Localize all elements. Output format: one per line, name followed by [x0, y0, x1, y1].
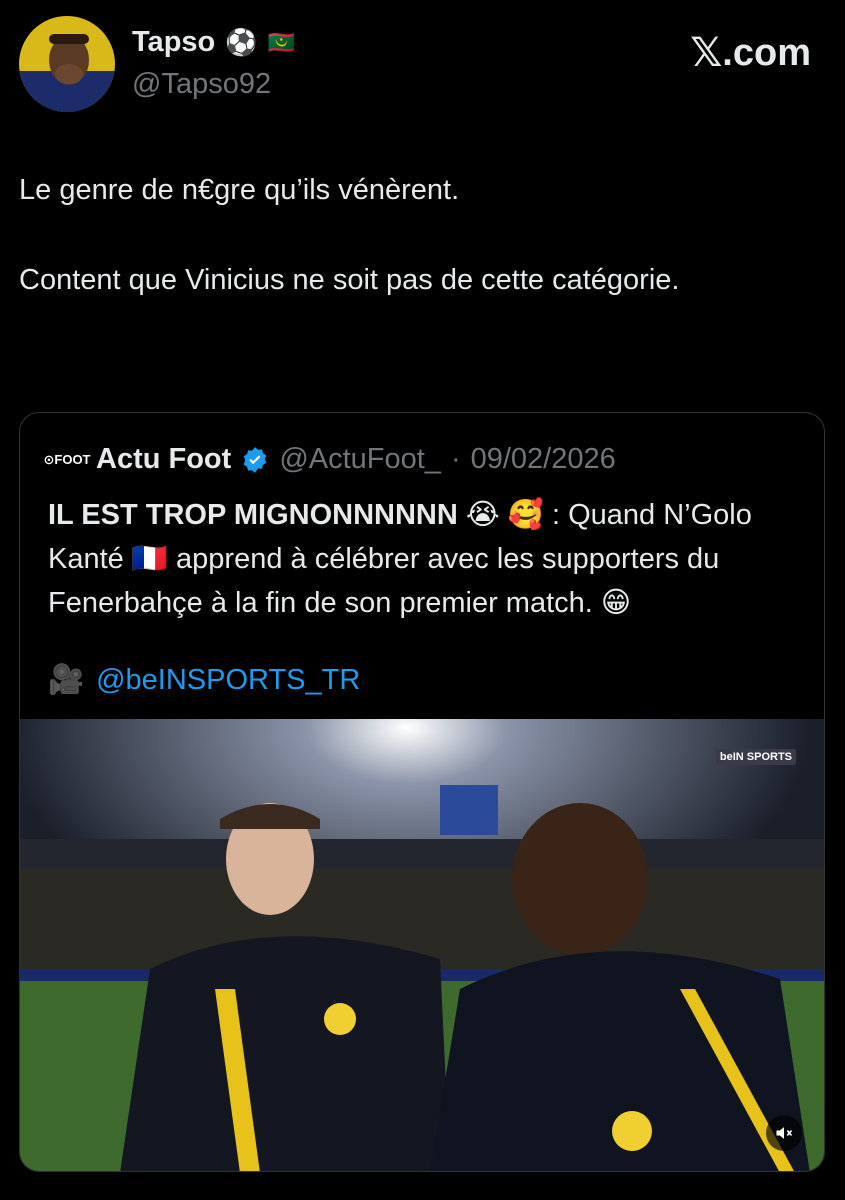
quoted-date[interactable]: 09/02/2026: [471, 443, 616, 476]
avatar-image: [19, 16, 115, 112]
quoted-header: ⊙FOOT Actu Foot @ActuFoot_ · 09/02/2026: [43, 443, 616, 476]
quoted-author-name[interactable]: Actu Foot: [96, 443, 231, 476]
quoted-video[interactable]: beIN SPORTS: [20, 719, 824, 1171]
grinning-emoji: 😁: [600, 587, 632, 619]
x-logo: 𝕏 .com: [690, 30, 811, 76]
x-icon: 𝕏: [690, 30, 723, 76]
separator-dot: ·: [450, 443, 461, 475]
mauritania-flag-icon: 🇲🇷: [267, 29, 296, 55]
avatar[interactable]: [19, 16, 115, 112]
quoted-text: IL EST TROP MIGNONNNNNN 😭 🥰 : Quand N’Go…: [48, 493, 808, 625]
mute-button[interactable]: [766, 1115, 802, 1151]
author-handle[interactable]: @Tapso92: [132, 68, 271, 101]
author-name[interactable]: Tapso ⚽ 🇲🇷: [132, 26, 295, 59]
tweet-text: Le genre de n€gre qu’ils vénèrent. Conte…: [19, 174, 680, 296]
verified-badge-icon: [243, 446, 267, 473]
speaker-muted-icon: [776, 1127, 793, 1139]
broadcaster-badge: beIN SPORTS: [715, 749, 796, 765]
france-flag-icon: 🇫🇷: [131, 543, 168, 575]
credit-link[interactable]: @beINSPORTS_TR: [96, 664, 360, 697]
quoted-tweet[interactable]: ⊙FOOT Actu Foot @ActuFoot_ · 09/02/2026 …: [19, 412, 825, 1172]
author-name-text: Tapso: [132, 26, 216, 58]
x-domain: .com: [722, 31, 811, 74]
soccer-ball-icon: ⚽: [225, 27, 258, 57]
video-frame: [20, 719, 824, 1171]
quoted-headline: IL EST TROP MIGNONNNNNN: [48, 499, 458, 531]
film-camera-icon: 🎥: [48, 664, 85, 696]
media-credit: 🎥 @beINSPORTS_TR: [48, 663, 360, 697]
quoted-author-handle[interactable]: @ActuFoot_: [279, 443, 441, 476]
actu-foot-logo-icon: ⊙FOOT: [43, 451, 91, 467]
crying-and-love-emojis: 😭 🥰: [465, 499, 544, 531]
